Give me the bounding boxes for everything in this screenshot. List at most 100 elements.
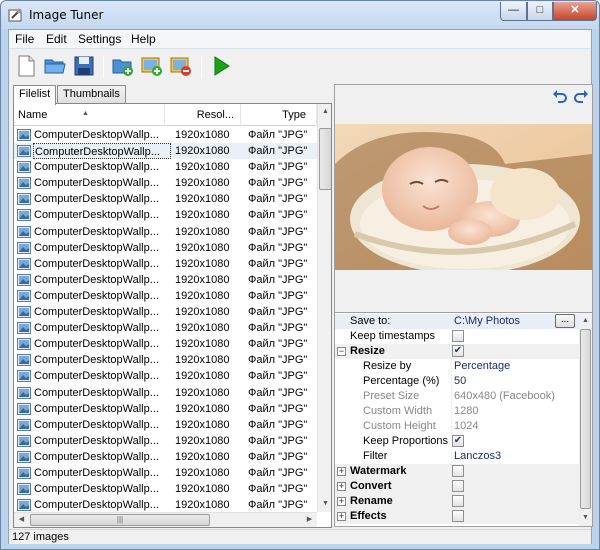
prop-label: Keep timestamps (350, 330, 435, 342)
table-row[interactable]: ComputerDesktopWallp... 1920x1080 Файл "JP… (14, 352, 317, 368)
table-row[interactable]: ComputerDesktopWallp... 1920x1080 Файл "JP… (14, 368, 317, 384)
expand-icon[interactable]: + (337, 482, 346, 491)
prop-resize-by[interactable]: Resize by Percentage (335, 359, 579, 374)
rotate-right-icon[interactable] (573, 89, 589, 105)
collapse-icon[interactable]: − (337, 347, 346, 356)
tab-thumbnails[interactable]: Thumbnails (57, 85, 126, 103)
table-row[interactable]: ComputerDesktopWallp... 1920x1080 Файл "JP… (14, 159, 317, 175)
file-name: ComputerDesktopWallp... (34, 306, 159, 319)
prop-percentage[interactable]: Percentage (%) 50 (335, 374, 579, 389)
table-row[interactable]: ComputerDesktopWallp... 1920x1080 Файл "JP… (14, 143, 317, 160)
table-row[interactable]: ComputerDesktopWallp... 1920x1080 Файл "JP… (14, 175, 317, 191)
table-row[interactable]: ComputerDesktopWallp... 1920x1080 Файл "JP… (14, 320, 317, 336)
scroll-thumb[interactable] (580, 329, 591, 509)
table-row[interactable]: ComputerDesktopWallp... 1920x1080 Файл "JP… (14, 449, 317, 465)
file-type: Файл "JPG" (248, 370, 308, 383)
table-row[interactable]: ComputerDesktopWallp... 1920x1080 Файл "JP… (14, 288, 317, 304)
horizontal-scrollbar[interactable]: ◀ ||| ▶ (14, 512, 317, 527)
table-row[interactable]: ComputerDesktopWallp... 1920x1080 Файл "JP… (14, 336, 317, 352)
table-row[interactable]: ComputerDesktopWallp... 1920x1080 Файл "JP… (14, 240, 317, 256)
column-header-type[interactable]: Type (241, 104, 317, 126)
scroll-up-icon[interactable]: ▲ (579, 313, 592, 329)
preset-size-value[interactable]: 640x480 (Facebook) (451, 389, 579, 404)
save-icon[interactable] (72, 54, 96, 78)
expand-icon[interactable]: + (337, 497, 346, 506)
scroll-down-icon[interactable]: ▼ (579, 510, 592, 526)
add-images-icon[interactable] (140, 54, 164, 78)
table-row[interactable]: ComputerDesktopWallp... 1920x1080 Файл "JP… (14, 433, 317, 449)
vertical-scrollbar[interactable]: ▲ ▼ (317, 104, 331, 512)
prop-group-convert[interactable]: + Convert (335, 479, 579, 494)
table-row[interactable]: ComputerDesktopWallp... 1920x1080 Файл "JP… (14, 207, 317, 223)
image-file-icon (17, 338, 31, 351)
open-folder-icon[interactable] (43, 54, 67, 78)
browse-button[interactable]: ... (555, 314, 575, 328)
convert-checkbox[interactable] (452, 480, 464, 492)
prop-group-resize[interactable]: − Resize ✔ (335, 344, 579, 359)
prop-keep-timestamps[interactable]: Keep timestamps (335, 329, 579, 344)
new-file-icon[interactable] (14, 54, 38, 78)
scroll-down-icon[interactable]: ▼ (318, 496, 331, 512)
run-icon[interactable] (209, 54, 233, 78)
expand-icon[interactable]: + (337, 467, 346, 476)
custom-width-value[interactable]: 1280 (451, 404, 579, 419)
table-row[interactable]: ComputerDesktopWallp... 1920x1080 Файл "JP… (14, 256, 317, 272)
table-row[interactable]: ComputerDesktopWallp... 1920x1080 Файл "JP… (14, 224, 317, 240)
prop-custom-width[interactable]: Custom Width 1280 (335, 404, 579, 419)
file-name: ComputerDesktopWallp... (34, 402, 159, 415)
scroll-thumb[interactable] (319, 128, 331, 190)
maximize-button[interactable]: □ (527, 2, 553, 21)
custom-height-value[interactable]: 1024 (451, 419, 579, 434)
table-row[interactable]: ComputerDesktopWallp... 1920x1080 Файл "JP… (14, 465, 317, 481)
table-row[interactable]: ComputerDesktopWallp... 1920x1080 Файл "JP… (14, 304, 317, 320)
column-header-name[interactable]: Name ▲ (14, 104, 165, 126)
scroll-up-icon[interactable]: ▲ (318, 104, 331, 120)
column-header-resolution[interactable]: Resol... (165, 104, 241, 126)
menu-file[interactable]: File (15, 32, 34, 46)
watermark-checkbox[interactable] (452, 465, 464, 477)
table-row[interactable]: ComputerDesktopWallp... 1920x1080 Файл "JP… (14, 272, 317, 288)
prop-save-to[interactable]: Save to: C:\My Photos ... (335, 314, 579, 329)
scroll-left-icon[interactable]: ◀ (14, 512, 29, 527)
properties-scrollbar[interactable]: ▲ ▼ (579, 313, 592, 526)
filter-value[interactable]: Lanczos3 (451, 449, 579, 464)
keep-timestamps-checkbox[interactable] (452, 330, 464, 342)
expand-icon[interactable]: + (337, 512, 346, 521)
scroll-right-icon[interactable]: ▶ (302, 512, 317, 527)
table-row[interactable]: ComputerDesktopWallp... 1920x1080 Файл "JP… (14, 385, 317, 401)
table-row[interactable]: ComputerDesktopWallp... 1920x1080 Файл "JP… (14, 497, 317, 513)
table-row[interactable]: ComputerDesktopWallp... 1920x1080 Файл "JP… (14, 401, 317, 417)
hscroll-thumb[interactable]: ||| (30, 514, 210, 526)
prop-preset-size[interactable]: Preset Size 640x480 (Facebook) (335, 389, 579, 404)
file-name: ComputerDesktopWallp... (34, 354, 159, 367)
table-row[interactable]: ComputerDesktopWallp... 1920x1080 Файл "JP… (14, 127, 317, 143)
rotate-left-icon[interactable] (552, 89, 568, 105)
file-name: ComputerDesktopWallp... (34, 418, 159, 431)
minimize-button[interactable]: — (500, 2, 527, 21)
image-file-icon (17, 354, 31, 367)
tab-filelist[interactable]: Filelist (13, 85, 57, 105)
menu-edit[interactable]: Edit (46, 32, 67, 46)
prop-keep-proportions[interactable]: Keep Proportions ✔ (335, 434, 579, 449)
table-row[interactable]: ComputerDesktopWallp... 1920x1080 Файл "JP… (14, 191, 317, 207)
percentage-value[interactable]: 50 (451, 374, 579, 389)
prop-group-rename[interactable]: + Rename (335, 494, 579, 509)
rename-checkbox[interactable] (452, 495, 464, 507)
prop-group-watermark[interactable]: + Watermark (335, 464, 579, 479)
prop-filter[interactable]: Filter Lanczos3 (335, 449, 579, 464)
prop-group-effects[interactable]: + Effects (335, 509, 579, 524)
remove-images-icon[interactable] (169, 54, 193, 78)
table-row[interactable]: ComputerDesktopWallp... 1920x1080 Файл "JP… (14, 481, 317, 497)
file-name: ComputerDesktopWallp... (34, 386, 159, 399)
add-folder-icon[interactable] (111, 54, 135, 78)
menu-settings[interactable]: Settings (78, 32, 121, 46)
close-button[interactable]: ✕ (553, 2, 597, 21)
table-row[interactable]: ComputerDesktopWallp... 1920x1080 Файл "JP… (14, 417, 317, 433)
resize-checkbox[interactable]: ✔ (452, 345, 464, 357)
prop-custom-height[interactable]: Custom Height 1024 (335, 419, 579, 434)
effects-checkbox[interactable] (452, 510, 464, 522)
title-bar[interactable]: Image Tuner — □ ✕ (1, 1, 599, 29)
resize-by-value[interactable]: Percentage (451, 359, 579, 374)
keep-proportions-checkbox[interactable]: ✔ (452, 435, 464, 447)
menu-help[interactable]: Help (131, 32, 156, 46)
